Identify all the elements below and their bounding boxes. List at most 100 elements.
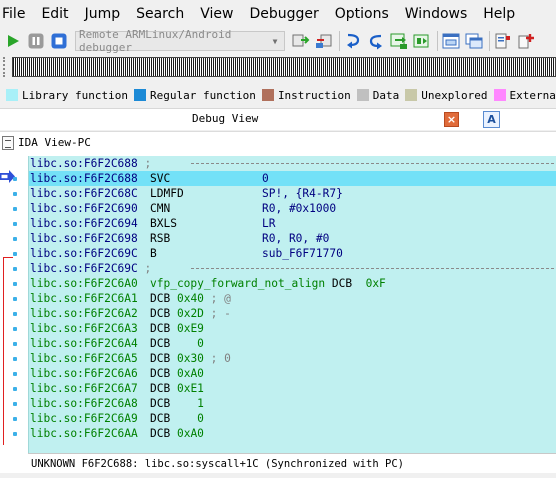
operand: 0xE1 [176, 382, 204, 395]
mnemonic: SVC [150, 172, 171, 185]
arrows-gutter[interactable] [0, 153, 28, 465]
run-until-return-button[interactable] [412, 31, 432, 51]
breakpoint-slot[interactable] [13, 357, 17, 361]
menu-help[interactable]: Help [475, 0, 523, 28]
attach-icon [292, 34, 310, 47]
breakpoint-slot[interactable] [13, 342, 17, 346]
step-over-icon [369, 34, 382, 50]
separator-comment: ; [137, 262, 158, 275]
debugger-options-button[interactable] [493, 31, 513, 51]
listing-line[interactable]: libc.so:F6F2C698 RSB R0, R0, #0 [29, 231, 556, 246]
breakpoint-slot[interactable] [13, 417, 17, 421]
operand: 0 [262, 172, 269, 185]
debugger-select[interactable]: Remote ARMLinux/Android debugger ▼ [75, 28, 285, 54]
breakpoint-slot[interactable] [13, 237, 17, 241]
menu-search[interactable]: Search [128, 0, 192, 28]
listing-line[interactable]: libc.so:F6F2C6A1 DCB 0x40 ; @ [29, 291, 556, 306]
listing-line[interactable]: libc.so:F6F2C6AA DCB 0xA0 [29, 426, 556, 441]
show-stack-button[interactable] [464, 31, 484, 51]
attach-process-button[interactable] [291, 31, 311, 51]
address: libc.so:F6F2C6A3 [30, 322, 138, 335]
show-registers-button[interactable] [441, 31, 461, 51]
mnemonic: DCB [150, 307, 171, 320]
address: libc.so:F6F2C6AA [30, 427, 138, 440]
mnemonic: RSB [150, 232, 171, 245]
disassembly-listing[interactable]: libc.so:F6F2C688 ; libc.so:F6F2C688 SVC 0 l… [28, 156, 556, 453]
listing-line[interactable]: libc.so:F6F2C690 CMN R0, #0x1000 [29, 201, 556, 216]
listing-line[interactable]: libc.so:F6F2C6A0 vfp_copy_forward_not_ali… [29, 276, 556, 291]
disassembly-icon [2, 135, 14, 150]
mnemonic: DCB [331, 277, 353, 290]
mnemonic: CMN [150, 202, 171, 215]
pause-process-button[interactable] [26, 31, 46, 51]
menu-edit[interactable]: Edit [33, 0, 76, 28]
breakpoint-slot[interactable] [13, 192, 17, 196]
menu-file[interactable]: File [0, 0, 33, 28]
step-into-button[interactable] [343, 31, 363, 51]
legend-instruction: Instruction [261, 89, 351, 102]
listing-line[interactable]: libc.so:F6F2C69C ; [29, 261, 556, 276]
menu-debugger[interactable]: Debugger [241, 0, 326, 28]
listing-line[interactable]: libc.so:F6F2C6A8 DCB 1 [29, 396, 556, 411]
listing-line[interactable]: libc.so:F6F2C68C LDMFD SP!, {R4-R7} [29, 186, 556, 201]
breakpoint-slot[interactable] [13, 267, 17, 271]
navigation-band[interactable] [0, 54, 556, 80]
listing-line[interactable]: libc.so:F6F2C69C Bsub_F6F71770 [29, 246, 556, 261]
add-breakpoint-button[interactable] [516, 31, 536, 51]
mnemonic: DCB [150, 352, 171, 365]
operand: 0x2D [176, 307, 204, 320]
ida-view-title[interactable]: IDA View-PC [18, 136, 91, 149]
breakpoint-slot[interactable] [13, 372, 17, 376]
separator-comment: ; [137, 157, 158, 170]
stop-icon [51, 33, 67, 49]
terminate-process-button[interactable] [49, 31, 69, 51]
breakpoint-slot[interactable] [13, 282, 17, 286]
breakpoint-slot[interactable] [13, 387, 17, 391]
breakpoint-slot[interactable] [13, 327, 17, 331]
legend-label: Data [372, 88, 400, 102]
operand: 0xA0 [176, 367, 204, 380]
listing-line[interactable]: libc.so:F6F2C6A5 DCB 0x30 ; 0 [29, 351, 556, 366]
navigation-overview-bar[interactable] [12, 57, 556, 77]
run-to-cursor-button[interactable] [389, 31, 409, 51]
breakpoint-slot[interactable] [13, 432, 17, 436]
menu-options[interactable]: Options [327, 0, 397, 28]
legend-data: Data [356, 88, 400, 102]
menu-windows[interactable]: Windows [397, 0, 476, 28]
listing-line[interactable]: libc.so:F6F2C6A6 DCB 0xA0 [29, 366, 556, 381]
current-pc-line[interactable]: libc.so:F6F2C688 SVC 0 [29, 171, 556, 186]
listing-line[interactable]: libc.so:F6F2C6A7 DCB 0xE1 [29, 381, 556, 396]
chevron-down-icon[interactable]: ▼ [269, 35, 281, 47]
close-icon[interactable]: × [444, 112, 459, 127]
menu-bar: File Edit Jump Search View Debugger Opti… [0, 0, 556, 28]
menu-view[interactable]: View [192, 0, 241, 28]
listing-line[interactable]: libc.so:F6F2C694 BXLS LR [29, 216, 556, 231]
breakpoint-slot[interactable] [13, 252, 17, 256]
listing-line[interactable]: libc.so:F6F2C6A4 DCB 0 [29, 336, 556, 351]
detach-process-button[interactable] [314, 31, 334, 51]
breakpoint-slot[interactable] [13, 222, 17, 226]
start-process-button[interactable] [3, 31, 23, 51]
listing-line[interactable]: libc.so:F6F2C688 ; [29, 156, 556, 171]
breakpoint-slot[interactable] [13, 312, 17, 316]
breakpoint-slot[interactable] [13, 177, 17, 181]
listing-line[interactable]: libc.so:F6F2C6A9 DCB 0 [29, 411, 556, 426]
breakpoint-slot[interactable] [13, 402, 17, 406]
a-tab-icon[interactable]: A [483, 111, 500, 128]
breakpoint-slot[interactable] [13, 207, 17, 211]
menu-jump[interactable]: Jump [77, 0, 129, 28]
debug-view-title[interactable]: Debug View [192, 112, 258, 125]
step-over-button[interactable] [366, 31, 386, 51]
listing-line[interactable]: libc.so:F6F2C6A2 DCB 0x2D ; - [29, 306, 556, 321]
breakpoint-slot[interactable] [13, 297, 17, 301]
mnemonic: DCB [150, 412, 171, 425]
mnemonic: DCB [150, 322, 171, 335]
listing-line[interactable]: libc.so:F6F2C6A3 DCB 0xE9 [29, 321, 556, 336]
toolbar-grip[interactable] [3, 57, 7, 77]
